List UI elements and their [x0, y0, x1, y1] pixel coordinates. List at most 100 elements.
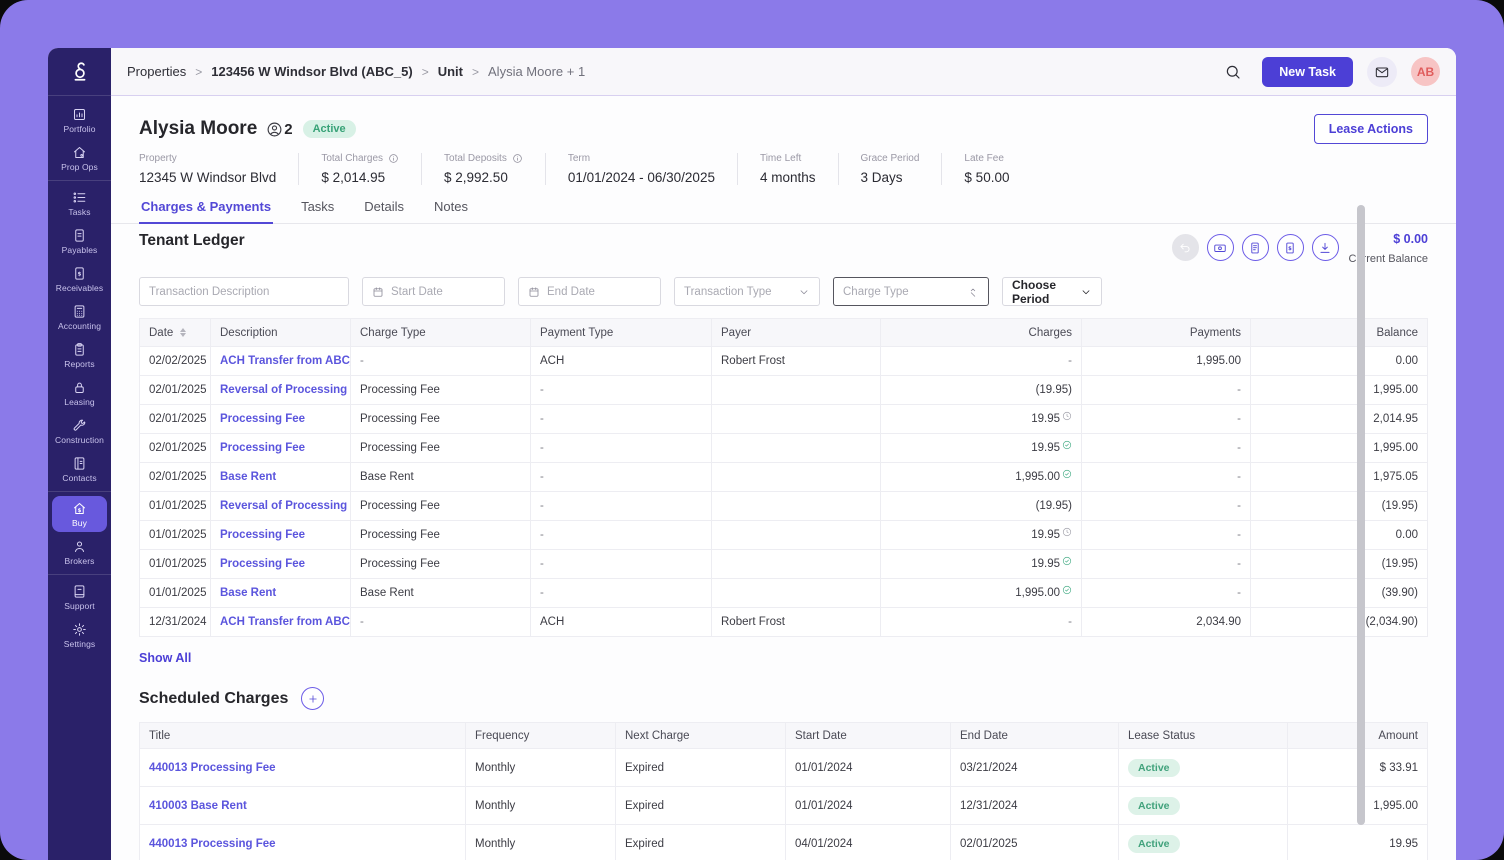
stat-value: 01/01/2024 - 06/30/2025 — [568, 170, 715, 185]
sidebar-item-accounting[interactable]: Accounting — [52, 299, 107, 335]
cell-description[interactable]: Processing Fee — [211, 521, 351, 549]
brokers-icon — [72, 539, 87, 554]
user-avatar[interactable]: AB — [1411, 57, 1440, 86]
sidebar-item-construction[interactable]: Construction — [52, 413, 107, 449]
sidebar-item-prop-ops[interactable]: Prop Ops — [52, 140, 107, 176]
choose-period-label: Choose Period — [1012, 278, 1074, 306]
undo-button[interactable] — [1172, 234, 1199, 261]
cell-payments: - — [1082, 463, 1251, 491]
show-all-link[interactable]: Show All — [139, 651, 191, 665]
sidebar-item-portfolio[interactable]: Portfolio — [52, 102, 107, 138]
app-logo[interactable] — [48, 48, 111, 96]
column-header-start-date[interactable]: Start Date — [786, 723, 951, 748]
spinner-arrows-icon — [967, 286, 979, 298]
cell-payer — [712, 579, 881, 607]
column-header-lease-status[interactable]: Lease Status — [1119, 723, 1288, 748]
transaction-description-input[interactable] — [139, 277, 349, 306]
new-task-button[interactable]: New Task — [1262, 57, 1353, 87]
lease-actions-button[interactable]: Lease Actions — [1314, 114, 1428, 144]
calendar-icon — [528, 286, 540, 298]
ledger-title: Tenant Ledger — [139, 232, 245, 250]
sidebar-item-payables[interactable]: Payables — [52, 223, 107, 259]
stat-late-fee: Late Fee $ 50.00 — [941, 153, 1031, 185]
column-header-description[interactable]: Description — [211, 319, 351, 346]
sidebar-item-reports[interactable]: Reports — [52, 337, 107, 373]
cell-description[interactable]: Reversal of Processing Fee — [211, 376, 351, 404]
sort-icon[interactable] — [180, 328, 186, 337]
sidebar-item-receivables[interactable]: $Receivables — [52, 261, 107, 297]
sidebar-item-label: Reports — [64, 359, 94, 369]
sidebar-item-tasks[interactable]: Tasks — [52, 185, 107, 221]
breadcrumb-item[interactable]: Properties — [127, 64, 186, 79]
column-header-frequency[interactable]: Frequency — [466, 723, 616, 748]
stat-value: 12345 W Windsor Blvd — [139, 170, 276, 185]
ledger-row: 02/01/2025 Base Rent Base Rent - 1,995.0… — [140, 463, 1427, 492]
column-header-end-date[interactable]: End Date — [951, 723, 1119, 748]
column-header-balance[interactable]: Balance — [1251, 319, 1427, 346]
cell-description[interactable]: Base Rent — [211, 463, 351, 491]
ledger-row: 12/31/2024 ACH Transfer from ABC_5 - ACH… — [140, 608, 1427, 637]
column-header-date[interactable]: Date — [140, 319, 211, 346]
choose-period-select[interactable]: Choose Period — [1002, 277, 1102, 306]
sidebar-item-settings[interactable]: Settings — [52, 617, 107, 653]
cell-charge-type: Processing Fee — [351, 434, 531, 462]
stat-total-charges: Total Charges $ 2,014.95 — [298, 153, 421, 185]
add-scheduled-charge-button[interactable] — [301, 687, 324, 710]
tab-notes[interactable]: Notes — [432, 199, 470, 223]
receipt-button[interactable] — [1242, 234, 1269, 261]
cell-title[interactable]: 440013 Processing Fee — [140, 825, 466, 860]
sidebar-item-leasing[interactable]: Leasing — [52, 375, 107, 411]
occupants[interactable]: 2 — [266, 121, 292, 138]
column-header-charges[interactable]: Charges — [881, 319, 1082, 346]
sidebar-item-brokers[interactable]: Brokers — [52, 534, 107, 570]
vertical-scrollbar[interactable] — [1357, 205, 1365, 825]
payment-button[interactable] — [1207, 234, 1234, 261]
end-date-input[interactable]: End Date — [518, 277, 661, 306]
status-badge: Active — [303, 120, 356, 138]
sidebar-item-contacts[interactable]: Contacts — [52, 451, 107, 487]
column-header-payment-type[interactable]: Payment Type — [531, 319, 712, 346]
cell-charges: 19.95 — [881, 550, 1082, 578]
cell-description[interactable]: Processing Fee — [211, 434, 351, 462]
column-header-charge-type[interactable]: Charge Type — [351, 319, 531, 346]
cell-payments: - — [1082, 579, 1251, 607]
charge-type-select[interactable]: Charge Type — [833, 277, 989, 306]
tab-charges-payments[interactable]: Charges & Payments — [139, 199, 273, 224]
download-button[interactable] — [1312, 234, 1339, 261]
tab-details[interactable]: Details — [362, 199, 406, 223]
search-button[interactable] — [1218, 57, 1248, 87]
sidebar-item-support[interactable]: Support — [52, 579, 107, 615]
breadcrumb-item[interactable]: Alysia Moore + 1 — [488, 64, 585, 79]
cell-description[interactable]: ACH Transfer from ABC_5 — [211, 347, 351, 375]
cell-payment-type: - — [531, 579, 712, 607]
breadcrumb-item[interactable]: Unit — [438, 64, 463, 79]
cell-title[interactable]: 440013 Processing Fee — [140, 749, 466, 786]
cell-description[interactable]: Processing Fee — [211, 405, 351, 433]
transaction-type-select[interactable]: Transaction Type — [674, 277, 820, 306]
column-header-title[interactable]: Title — [140, 723, 466, 748]
tenant-name: Alysia Moore — [139, 118, 257, 140]
column-header-next-charge[interactable]: Next Charge — [616, 723, 786, 748]
mail-button[interactable] — [1367, 57, 1397, 87]
cell-description[interactable]: Base Rent — [211, 579, 351, 607]
page-content: Alysia Moore 2 Active Lease Actions Prop… — [111, 96, 1456, 860]
cell-description[interactable]: Reversal of Processing Fee — [211, 492, 351, 520]
start-date-input[interactable]: Start Date — [362, 277, 505, 306]
ledger-header-row: DateDescriptionCharge TypePayment TypePa… — [140, 319, 1427, 347]
sidebar-item-label: Construction — [55, 435, 104, 445]
sidebar-item-buy[interactable]: $Buy — [52, 496, 107, 532]
stat-value: $ 2,992.50 — [444, 170, 523, 185]
invoice-dollar-button[interactable]: $ — [1277, 234, 1304, 261]
breadcrumb-item[interactable]: 123456 W Windsor Blvd (ABC_5) — [211, 64, 412, 79]
ledger-row: 01/01/2025 Base Rent Base Rent - 1,995.0… — [140, 579, 1427, 608]
cell-date: 01/01/2025 — [140, 521, 211, 549]
column-header-payments[interactable]: Payments — [1082, 319, 1251, 346]
cell-description[interactable]: Processing Fee — [211, 550, 351, 578]
sidebar: Portfolio Prop Ops Tasks Payables $Recei… — [48, 48, 111, 860]
tab-tasks[interactable]: Tasks — [299, 199, 336, 223]
lease-status-badge: Active — [1128, 759, 1180, 777]
cell-description[interactable]: ACH Transfer from ABC_5 — [211, 608, 351, 636]
cell-charge-type: Processing Fee — [351, 376, 531, 404]
cell-title[interactable]: 410003 Base Rent — [140, 787, 466, 824]
column-header-payer[interactable]: Payer — [712, 319, 881, 346]
